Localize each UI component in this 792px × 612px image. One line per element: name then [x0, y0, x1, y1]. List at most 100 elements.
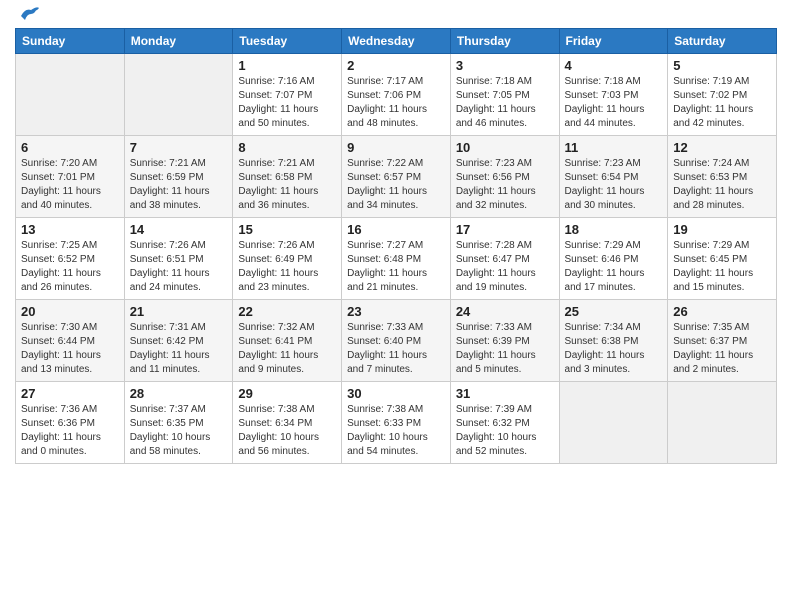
- calendar-cell: 29 Sunrise: 7:38 AM Sunset: 6:34 PM Dayli…: [233, 382, 342, 464]
- calendar-cell: 9Sunrise: 7:22 AM Sunset: 6:57 PM Daylig…: [342, 136, 451, 218]
- day-number: 4: [565, 58, 663, 73]
- calendar-week-5: 27Sunrise: 7:36 AM Sunset: 6:36 PM Dayli…: [16, 382, 777, 464]
- day-number: 17: [456, 222, 554, 237]
- day-info: Sunrise: 7:18 AM Sunset: 7:03 PM Dayligh…: [565, 75, 663, 131]
- day-info: Sunrise: 7:33 AM Sunset: 6:40 PM Dayligh…: [347, 321, 445, 377]
- day-number: 18: [565, 222, 663, 237]
- calendar-cell: 16 Sunrise: 7:27 AM Sunset: 6:48 PM Dayli…: [342, 218, 451, 300]
- day-number: 20: [21, 304, 119, 319]
- day-number: 21: [130, 304, 228, 319]
- header: [15, 10, 777, 20]
- day-info: Sunrise: 7:38 AM Sunset: 6:34 PM Dayligh…: [238, 403, 336, 459]
- calendar-cell: 3 Sunrise: 7:18 AM Sunset: 7:05 PM Daylig…: [450, 54, 559, 136]
- calendar-cell: 22 Sunrise: 7:32 AM Sunset: 6:41 PM Dayli…: [233, 300, 342, 382]
- day-number: 31: [456, 386, 554, 401]
- day-number: 27: [21, 386, 119, 401]
- day-number: 5: [673, 58, 771, 73]
- calendar-week-2: 6 Sunrise: 7:20 AM Sunset: 7:01 PM Daylig…: [16, 136, 777, 218]
- calendar-cell: 17 Sunrise: 7:28 AM Sunset: 6:47 PM Dayli…: [450, 218, 559, 300]
- page: SundayMondayTuesdayWednesdayThursdayFrid…: [0, 0, 792, 612]
- day-info: Sunrise: 7:16 AM Sunset: 7:07 PM Dayligh…: [238, 75, 336, 131]
- calendar-week-4: 20Sunrise: 7:30 AM Sunset: 6:44 PM Dayli…: [16, 300, 777, 382]
- day-number: 9: [347, 140, 445, 155]
- logo-bird-icon: [17, 6, 39, 24]
- day-info: Sunrise: 7:21 AM Sunset: 6:59 PM Dayligh…: [130, 157, 228, 213]
- calendar-week-1: 1 Sunrise: 7:16 AM Sunset: 7:07 PM Daylig…: [16, 54, 777, 136]
- calendar-cell: 21 Sunrise: 7:31 AM Sunset: 6:42 PM Dayli…: [124, 300, 233, 382]
- day-info: Sunrise: 7:31 AM Sunset: 6:42 PM Dayligh…: [130, 321, 228, 377]
- day-header-tuesday: Tuesday: [233, 29, 342, 54]
- day-info: Sunrise: 7:29 AM Sunset: 6:45 PM Dayligh…: [673, 239, 771, 295]
- day-info: Sunrise: 7:23 AM Sunset: 6:56 PM Dayligh…: [456, 157, 554, 213]
- calendar-cell: 20Sunrise: 7:30 AM Sunset: 6:44 PM Dayli…: [16, 300, 125, 382]
- calendar-cell: [559, 382, 668, 464]
- day-number: 8: [238, 140, 336, 155]
- calendar-cell: 1 Sunrise: 7:16 AM Sunset: 7:07 PM Daylig…: [233, 54, 342, 136]
- day-info: Sunrise: 7:28 AM Sunset: 6:47 PM Dayligh…: [456, 239, 554, 295]
- day-header-sunday: Sunday: [16, 29, 125, 54]
- day-info: Sunrise: 7:29 AM Sunset: 6:46 PM Dayligh…: [565, 239, 663, 295]
- day-info: Sunrise: 7:21 AM Sunset: 6:58 PM Dayligh…: [238, 157, 336, 213]
- calendar-cell: 13Sunrise: 7:25 AM Sunset: 6:52 PM Dayli…: [16, 218, 125, 300]
- calendar-cell: 28Sunrise: 7:37 AM Sunset: 6:35 PM Dayli…: [124, 382, 233, 464]
- calendar-cell: 5Sunrise: 7:19 AM Sunset: 7:02 PM Daylig…: [668, 54, 777, 136]
- calendar-cell: 24 Sunrise: 7:33 AM Sunset: 6:39 PM Dayli…: [450, 300, 559, 382]
- day-info: Sunrise: 7:32 AM Sunset: 6:41 PM Dayligh…: [238, 321, 336, 377]
- day-number: 29: [238, 386, 336, 401]
- calendar-cell: 4 Sunrise: 7:18 AM Sunset: 7:03 PM Daylig…: [559, 54, 668, 136]
- calendar-cell: 6 Sunrise: 7:20 AM Sunset: 7:01 PM Daylig…: [16, 136, 125, 218]
- calendar-cell: 19 Sunrise: 7:29 AM Sunset: 6:45 PM Dayli…: [668, 218, 777, 300]
- day-number: 11: [565, 140, 663, 155]
- calendar-cell: 2Sunrise: 7:17 AM Sunset: 7:06 PM Daylig…: [342, 54, 451, 136]
- calendar-cell: 11 Sunrise: 7:23 AM Sunset: 6:54 PM Dayli…: [559, 136, 668, 218]
- day-info: Sunrise: 7:27 AM Sunset: 6:48 PM Dayligh…: [347, 239, 445, 295]
- day-info: Sunrise: 7:20 AM Sunset: 7:01 PM Dayligh…: [21, 157, 119, 213]
- day-number: 22: [238, 304, 336, 319]
- calendar-cell: 14 Sunrise: 7:26 AM Sunset: 6:51 PM Dayli…: [124, 218, 233, 300]
- calendar-table: SundayMondayTuesdayWednesdayThursdayFrid…: [15, 28, 777, 464]
- day-number: 16: [347, 222, 445, 237]
- calendar-cell: 10Sunrise: 7:23 AM Sunset: 6:56 PM Dayli…: [450, 136, 559, 218]
- day-number: 26: [673, 304, 771, 319]
- calendar-cell: [124, 54, 233, 136]
- day-number: 19: [673, 222, 771, 237]
- calendar-cell: [668, 382, 777, 464]
- day-number: 12: [673, 140, 771, 155]
- calendar-cell: 15 Sunrise: 7:26 AM Sunset: 6:49 PM Dayli…: [233, 218, 342, 300]
- day-number: 24: [456, 304, 554, 319]
- day-info: Sunrise: 7:33 AM Sunset: 6:39 PM Dayligh…: [456, 321, 554, 377]
- calendar-cell: 8 Sunrise: 7:21 AM Sunset: 6:58 PM Daylig…: [233, 136, 342, 218]
- day-header-monday: Monday: [124, 29, 233, 54]
- day-number: 6: [21, 140, 119, 155]
- day-info: Sunrise: 7:38 AM Sunset: 6:33 PM Dayligh…: [347, 403, 445, 459]
- logo: [15, 10, 39, 20]
- calendar-cell: 25Sunrise: 7:34 AM Sunset: 6:38 PM Dayli…: [559, 300, 668, 382]
- day-header-friday: Friday: [559, 29, 668, 54]
- calendar-cell: 12Sunrise: 7:24 AM Sunset: 6:53 PM Dayli…: [668, 136, 777, 218]
- calendar-cell: 18 Sunrise: 7:29 AM Sunset: 6:46 PM Dayli…: [559, 218, 668, 300]
- day-info: Sunrise: 7:18 AM Sunset: 7:05 PM Dayligh…: [456, 75, 554, 131]
- day-header-wednesday: Wednesday: [342, 29, 451, 54]
- calendar-cell: 27Sunrise: 7:36 AM Sunset: 6:36 PM Dayli…: [16, 382, 125, 464]
- day-header-thursday: Thursday: [450, 29, 559, 54]
- day-number: 1: [238, 58, 336, 73]
- day-number: 14: [130, 222, 228, 237]
- day-number: 15: [238, 222, 336, 237]
- day-number: 3: [456, 58, 554, 73]
- day-info: Sunrise: 7:25 AM Sunset: 6:52 PM Dayligh…: [21, 239, 119, 295]
- calendar-cell: 26 Sunrise: 7:35 AM Sunset: 6:37 PM Dayli…: [668, 300, 777, 382]
- day-number: 25: [565, 304, 663, 319]
- calendar-header-row: SundayMondayTuesdayWednesdayThursdayFrid…: [16, 29, 777, 54]
- calendar-cell: [16, 54, 125, 136]
- day-header-saturday: Saturday: [668, 29, 777, 54]
- day-number: 2: [347, 58, 445, 73]
- day-number: 23: [347, 304, 445, 319]
- day-number: 7: [130, 140, 228, 155]
- day-info: Sunrise: 7:35 AM Sunset: 6:37 PM Dayligh…: [673, 321, 771, 377]
- day-info: Sunrise: 7:39 AM Sunset: 6:32 PM Dayligh…: [456, 403, 554, 459]
- day-info: Sunrise: 7:23 AM Sunset: 6:54 PM Dayligh…: [565, 157, 663, 213]
- day-info: Sunrise: 7:37 AM Sunset: 6:35 PM Dayligh…: [130, 403, 228, 459]
- day-info: Sunrise: 7:26 AM Sunset: 6:49 PM Dayligh…: [238, 239, 336, 295]
- day-info: Sunrise: 7:26 AM Sunset: 6:51 PM Dayligh…: [130, 239, 228, 295]
- calendar-week-3: 13Sunrise: 7:25 AM Sunset: 6:52 PM Dayli…: [16, 218, 777, 300]
